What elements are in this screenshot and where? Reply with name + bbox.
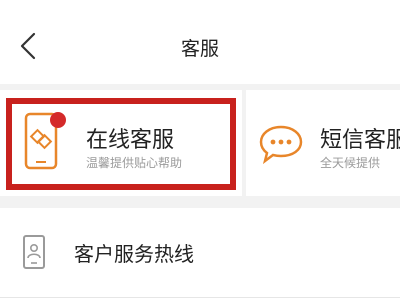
hotline-label: 客户服务热线	[74, 242, 194, 266]
sms-service-subtitle: 全天候提供	[320, 156, 381, 170]
phone-outline-icon	[23, 235, 45, 269]
page-title: 客服	[180, 38, 219, 60]
divider	[0, 297, 400, 298]
sms-service-title: 短信客服	[320, 128, 400, 153]
header: 客服	[0, 0, 400, 84]
phone-chat-icon	[24, 112, 66, 170]
service-cards: 在线客服 温馨提供贴心帮助 短信客服 全天候提供	[0, 84, 400, 196]
notification-badge	[50, 112, 66, 128]
online-service-subtitle: 温馨提供贴心帮助	[86, 156, 183, 170]
sms-service-card[interactable]: 短信客服 全天候提供	[246, 90, 400, 196]
hotline-row[interactable]: 客户服务热线	[0, 208, 400, 300]
online-service-title: 在线客服	[86, 128, 175, 153]
online-service-card[interactable]: 在线客服 温馨提供贴心帮助	[0, 90, 242, 196]
sms-bubble-icon	[259, 125, 303, 164]
